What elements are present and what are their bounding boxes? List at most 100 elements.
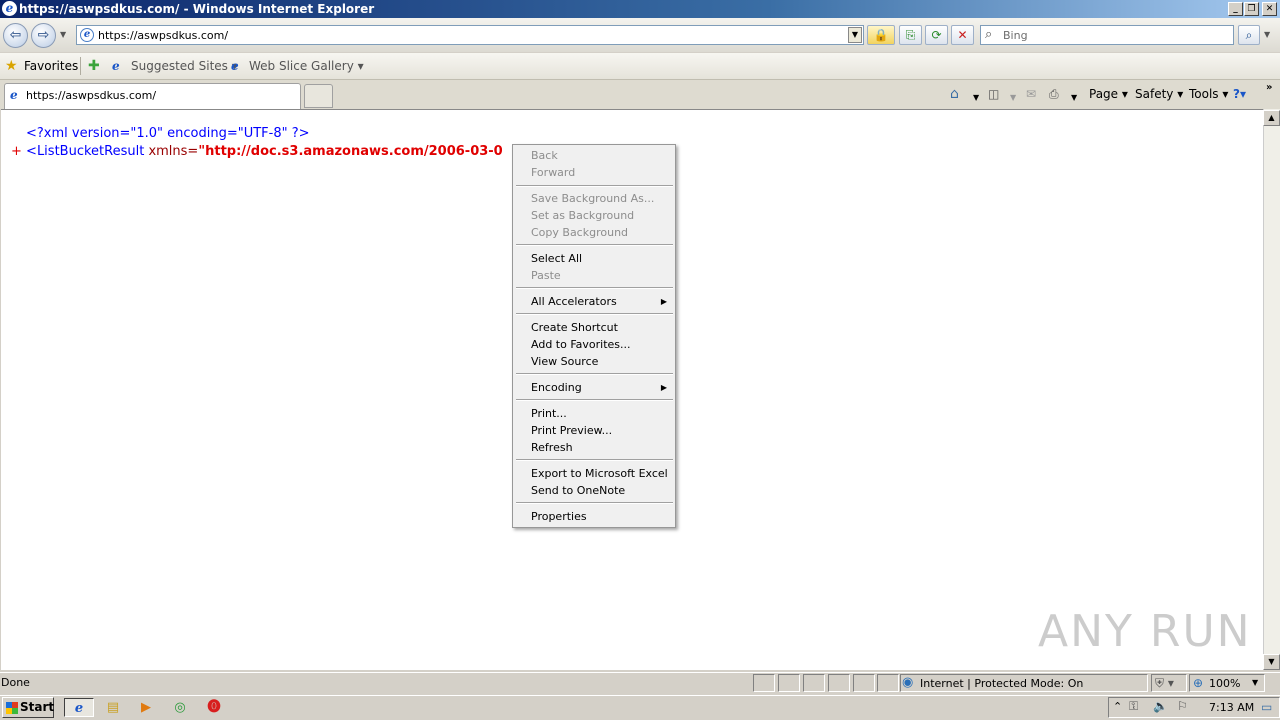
volume-icon[interactable]: 🔈 xyxy=(1153,699,1168,713)
menu-separator xyxy=(516,244,673,246)
menu-item-copy-background[interactable]: Copy Background xyxy=(531,224,628,241)
window-title-bar[interactable]: https://aswpsdkus.com/ - Windows Interne… xyxy=(0,0,1280,18)
menu-item-paste[interactable]: Paste xyxy=(531,267,561,284)
menu-item-refresh[interactable]: Refresh xyxy=(531,439,573,456)
action-center-flag-icon[interactable]: ⚐ xyxy=(1177,699,1188,713)
menu-item-encoding[interactable]: Encoding xyxy=(531,379,582,396)
security-lock-icon[interactable]: 🔒 xyxy=(867,25,895,45)
globe-icon: ◉ xyxy=(902,675,914,690)
favorites-button[interactable]: Favorites xyxy=(24,58,78,75)
taskbar-opera-icon[interactable]: ⓿ xyxy=(202,698,226,717)
print-dropdown-icon[interactable]: ▼ xyxy=(1071,90,1077,106)
tab-active[interactable]: e https://aswpsdkus.com/ xyxy=(4,83,301,109)
feeds-dropdown-icon[interactable]: ▼ xyxy=(1010,90,1016,106)
restore-button[interactable]: ❐ xyxy=(1244,2,1259,16)
toolbar-overflow-icon[interactable]: » xyxy=(1266,82,1272,93)
clock[interactable]: 7:13 AM xyxy=(1209,701,1254,714)
status-pane xyxy=(828,674,850,692)
expand-collapse-toggle[interactable]: + xyxy=(11,144,22,159)
zoom-icon: ⊕ xyxy=(1193,676,1204,690)
tray-expand-icon[interactable]: ⌃ xyxy=(1113,700,1122,713)
menu-item-create-shortcut[interactable]: Create Shortcut xyxy=(531,319,618,336)
help-menu[interactable]: ?▾ xyxy=(1233,86,1246,102)
system-tray: ⌃ ⚿ 🔈 ⚐ 7:13 AM ▭ xyxy=(1108,697,1280,718)
web-slice-gallery-link[interactable]: Web Slice Gallery ▾ xyxy=(249,58,364,75)
favorites-divider xyxy=(80,57,81,75)
feeds-icon[interactable]: ◫ xyxy=(988,86,999,102)
menu-separator xyxy=(516,459,673,461)
forward-button[interactable]: ⇨ xyxy=(31,23,56,48)
scroll-down-button[interactable]: ▼ xyxy=(1263,654,1280,670)
menu-item-set-background[interactable]: Set as Background xyxy=(531,207,634,224)
read-mail-icon[interactable]: ✉ xyxy=(1026,86,1036,102)
print-icon[interactable]: ⎙ xyxy=(1049,86,1059,102)
status-pane xyxy=(853,674,875,692)
search-magnifier-icon: ⌕ xyxy=(985,27,993,42)
search-box[interactable]: ⌕ Bing xyxy=(980,25,1234,45)
zoom-pane[interactable]: ⊕ 100% ▼ xyxy=(1189,674,1265,692)
start-button[interactable]: Start xyxy=(2,697,54,718)
xml-attribute: xmlns= xyxy=(144,144,199,159)
home-dropdown-icon[interactable]: ▼ xyxy=(973,90,979,106)
refresh-icon[interactable]: ⟳ xyxy=(925,25,948,45)
pop-up-blocker-icon: ⛨ ▾ xyxy=(1155,676,1174,690)
recent-pages-dropdown-icon[interactable]: ▼ xyxy=(60,30,66,39)
address-dropdown-button[interactable]: ▼ xyxy=(848,27,862,43)
taskbar-chrome-icon[interactable]: ◎ xyxy=(168,698,192,717)
status-pane xyxy=(753,674,775,692)
taskbar-media-player-icon[interactable]: ▶ xyxy=(134,698,158,717)
safety-menu[interactable]: Safety ▾ xyxy=(1135,86,1183,102)
address-bar[interactable]: e https://aswpsdkus.com/ ▼ xyxy=(76,25,864,45)
new-tab-button[interactable] xyxy=(304,84,333,108)
ie-logo-icon: e xyxy=(2,1,17,16)
menu-item-add-to-favorites[interactable]: Add to Favorites... xyxy=(531,336,631,353)
menu-item-view-source[interactable]: View Source xyxy=(531,353,598,370)
taskbar xyxy=(0,695,1280,720)
search-options-dropdown-icon[interactable]: ▼ xyxy=(1264,30,1270,39)
search-go-button[interactable]: ⌕ xyxy=(1238,25,1260,45)
page-menu[interactable]: Page ▾ xyxy=(1089,86,1128,102)
status-pane xyxy=(803,674,825,692)
stop-icon[interactable]: ✕ xyxy=(951,25,974,45)
compatibility-view-icon[interactable]: ⎘ xyxy=(899,25,922,45)
menu-item-back[interactable]: Back xyxy=(531,147,558,164)
menu-item-properties[interactable]: Properties xyxy=(531,508,587,525)
menu-item-all-accelerators[interactable]: All Accelerators xyxy=(531,293,617,310)
suggested-sites-link[interactable]: Suggested Sites ▾ xyxy=(131,58,238,75)
back-button[interactable]: ⇦ xyxy=(3,23,28,48)
security-zone-pane[interactable]: ◉ Internet | Protected Mode: On xyxy=(900,674,1148,692)
submenu-arrow-icon: ▶ xyxy=(660,297,667,306)
menu-separator xyxy=(516,502,673,504)
menu-item-send-onenote[interactable]: Send to OneNote xyxy=(531,482,625,499)
watermark: ANY RUN xyxy=(1038,606,1252,657)
xml-tag: <ListBucketResult xyxy=(26,144,145,159)
tools-menu[interactable]: Tools ▾ xyxy=(1189,86,1228,102)
menu-item-print[interactable]: Print... xyxy=(531,405,567,422)
suggested-sites-icon: e xyxy=(112,59,120,73)
network-icon[interactable]: ⚿ xyxy=(1129,699,1138,714)
menu-item-export-excel[interactable]: Export to Microsoft Excel xyxy=(531,465,668,482)
submenu-arrow-icon: ▶ xyxy=(660,383,667,392)
show-desktop-icon[interactable]: ▭ xyxy=(1261,700,1272,714)
vertical-scrollbar[interactable] xyxy=(1263,109,1280,670)
minimize-button[interactable]: _ xyxy=(1228,2,1243,16)
address-url[interactable]: https://aswpsdkus.com/ xyxy=(98,29,228,42)
menu-item-print-preview[interactable]: Print Preview... xyxy=(531,422,612,439)
menu-item-save-background[interactable]: Save Background As... xyxy=(531,190,654,207)
scroll-up-button[interactable]: ▲ xyxy=(1263,110,1280,126)
menu-item-forward[interactable]: Forward xyxy=(531,164,575,181)
home-icon[interactable]: ⌂ xyxy=(950,86,959,102)
page-icon: e xyxy=(80,28,94,42)
close-window-button[interactable]: ✕ xyxy=(1262,2,1277,16)
xml-attribute-value: "http://doc.s3.amazonaws.com/2006-03-0 xyxy=(198,144,503,159)
taskbar-ie-icon[interactable]: e xyxy=(64,698,94,717)
status-text: Done xyxy=(1,676,30,689)
context-menu: Back Forward Save Background As... Set a… xyxy=(512,144,676,528)
taskbar-explorer-icon[interactable]: ▤ xyxy=(101,698,125,717)
protected-mode-pane[interactable]: ⛨ ▾ xyxy=(1151,674,1187,692)
menu-item-select-all[interactable]: Select All xyxy=(531,250,582,267)
menu-separator xyxy=(516,185,673,187)
status-pane xyxy=(778,674,800,692)
add-to-favorites-bar-icon[interactable]: ✚ xyxy=(88,58,100,75)
favorites-star-icon: ★ xyxy=(5,58,18,74)
